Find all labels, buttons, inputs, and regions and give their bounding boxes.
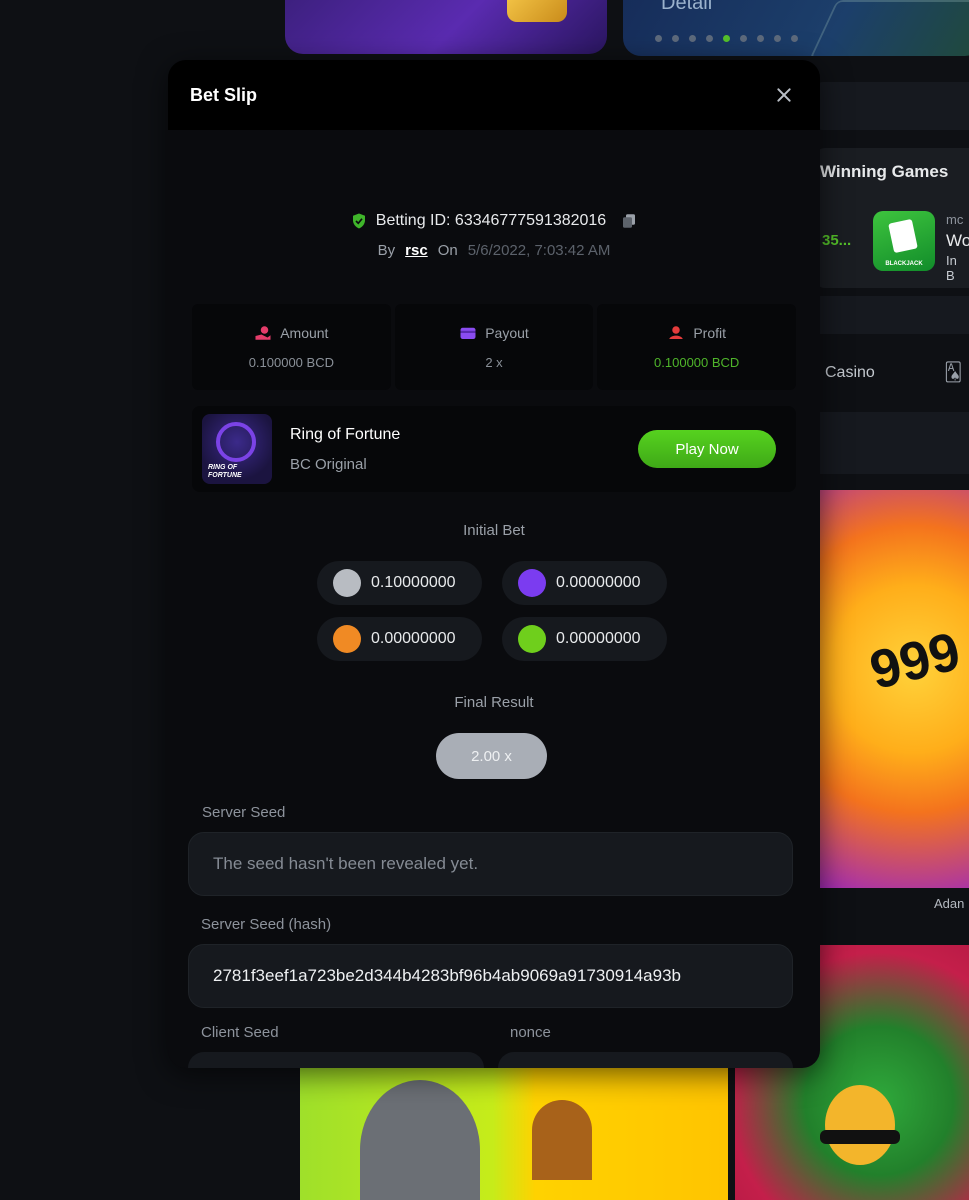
game-name: Ring of Fortune	[290, 425, 401, 443]
tab-casino[interactable]: Casino	[825, 364, 875, 382]
modal-header: Bet Slip	[168, 60, 820, 130]
arch-art	[532, 1100, 592, 1180]
amount-label: Amount	[280, 324, 329, 341]
carousel-dot[interactable]	[740, 35, 747, 42]
game-tile-number: 999	[864, 620, 967, 702]
final-result-badge: 2.00 x	[436, 733, 547, 779]
payout-value: 2 x	[485, 354, 503, 370]
initial-bet-coins: 0.10000000 0.00000000 0.00000000 0.00000…	[317, 561, 667, 661]
winner-name: mc	[946, 212, 964, 227]
bet-date: 5/6/2022, 7:03:42 AM	[467, 242, 611, 259]
nonce-label: nonce	[510, 1024, 551, 1041]
profit-icon	[669, 325, 684, 339]
coin-icon	[333, 625, 361, 653]
betting-id-row: Betting ID: 63346777591382016	[168, 212, 820, 230]
client-seed-label: Client Seed	[201, 1024, 279, 1041]
background-search-bar	[815, 82, 969, 130]
coin-icon	[518, 625, 546, 653]
coin-icon	[518, 569, 546, 597]
bet-slip-modal: Bet Slip Betting ID: 63346777591382016 B…	[168, 60, 820, 1068]
payout-label: Payout	[485, 324, 529, 341]
coin-pill: 0.00000000	[502, 617, 667, 661]
server-seed-hash-field[interactable]: 2781f3eef1a723be2d344b4283bf96b4ab9069a9…	[188, 944, 793, 1008]
by-label: By	[377, 242, 396, 259]
user-link[interactable]: rsc	[405, 242, 428, 259]
shield-icon	[352, 213, 365, 229]
background-bar	[815, 296, 969, 334]
stat-profit: Profit 0.100000 BCD	[597, 304, 797, 390]
doge-art	[825, 1085, 895, 1165]
promo-art	[507, 0, 567, 22]
profit-value: 0.100000 BCD	[654, 354, 740, 370]
winner-game: Wo	[946, 231, 969, 250]
coin-pill: 0.10000000	[317, 561, 482, 605]
game-provider: BC Original	[290, 455, 367, 473]
initial-bet-title: Initial Bet	[463, 522, 525, 539]
game-info: Ring of Fortune BC Original	[290, 426, 400, 473]
carousel-dot[interactable]	[757, 35, 764, 42]
bet-stats: Amount 0.100000 BCD Payout 2 x Profit 0.…	[192, 304, 797, 390]
coin-value: 0.00000000	[556, 630, 641, 647]
thumb-label: RING OF FORTUNE	[208, 464, 242, 479]
ape-art	[360, 1080, 480, 1200]
coin-value: 0.00000000	[556, 574, 641, 591]
carousel-dot[interactable]	[672, 35, 679, 42]
game-tile-crash[interactable]: 999	[818, 490, 969, 888]
nonce-field[interactable]	[498, 1052, 793, 1068]
stat-amount: Amount 0.100000 BCD	[192, 304, 391, 390]
wallet-icon	[460, 327, 476, 339]
football-field-art	[809, 0, 969, 56]
ring-art	[216, 422, 256, 462]
blackjack-thumbnail[interactable]: BLACKJACK	[873, 211, 935, 271]
carousel-dot[interactable]	[723, 35, 730, 42]
carousel-dot[interactable]	[655, 35, 662, 42]
copy-icon[interactable]	[620, 212, 638, 230]
coin-pill: 0.00000000	[502, 561, 667, 605]
modal-title: Bet Slip	[190, 84, 258, 105]
winning-amount: 35...	[822, 232, 852, 249]
banner-detail-text: Detail	[661, 0, 713, 14]
carousel-dots	[655, 35, 798, 42]
server-seed-hash-label: Server Seed (hash)	[201, 916, 332, 933]
game-tile-ape[interactable]	[300, 1060, 728, 1200]
betting-id: Betting ID: 63346777591382016	[375, 212, 607, 229]
coin-pill: 0.00000000	[317, 617, 482, 661]
profit-label: Profit	[693, 324, 727, 341]
cards-icon[interactable]: 🂡	[944, 362, 962, 383]
promo-banner-right[interactable]: Detail	[623, 0, 969, 56]
client-seed-field[interactable]	[188, 1052, 484, 1068]
shades-art	[820, 1130, 900, 1144]
server-seed-field[interactable]: The seed hasn't been revealed yet.	[188, 832, 793, 896]
on-label: On	[437, 242, 458, 259]
money-hand-icon	[255, 325, 271, 340]
server-seed-label: Server Seed	[202, 804, 286, 821]
background-bar	[815, 412, 969, 474]
carousel-dot[interactable]	[689, 35, 696, 42]
play-now-button[interactable]: Play Now	[638, 430, 776, 468]
carousel-dot[interactable]	[774, 35, 781, 42]
blackjack-label: BLACKJACK	[885, 261, 923, 267]
stat-profit-label: Profit	[667, 325, 726, 341]
close-icon[interactable]	[772, 83, 796, 107]
stat-amount-label: Amount	[254, 325, 328, 341]
carousel-dot[interactable]	[791, 35, 798, 42]
amount-value: 0.100000 BCD	[248, 354, 334, 370]
carousel-dot[interactable]	[706, 35, 713, 42]
winner-meta: In B	[946, 253, 957, 283]
bet-meta-row: By rsc On 5/6/2022, 7:03:42 AM	[168, 242, 820, 259]
coin-icon	[333, 569, 361, 597]
game-card: RING OF FORTUNE Ring of Fortune BC Origi…	[192, 406, 796, 492]
final-result-title: Final Result	[454, 694, 534, 711]
coin-value: 0.00000000	[371, 630, 456, 647]
game-tile-provider: Adan	[934, 896, 965, 911]
stat-payout-label: Payout	[459, 325, 529, 341]
promo-banner-left[interactable]	[285, 0, 607, 54]
winning-games-title: Winning Games	[820, 162, 949, 181]
coin-value: 0.10000000	[371, 574, 456, 591]
cards-art	[888, 218, 918, 254]
game-thumbnail[interactable]: RING OF FORTUNE	[202, 414, 272, 484]
stat-payout: Payout 2 x	[394, 304, 594, 390]
